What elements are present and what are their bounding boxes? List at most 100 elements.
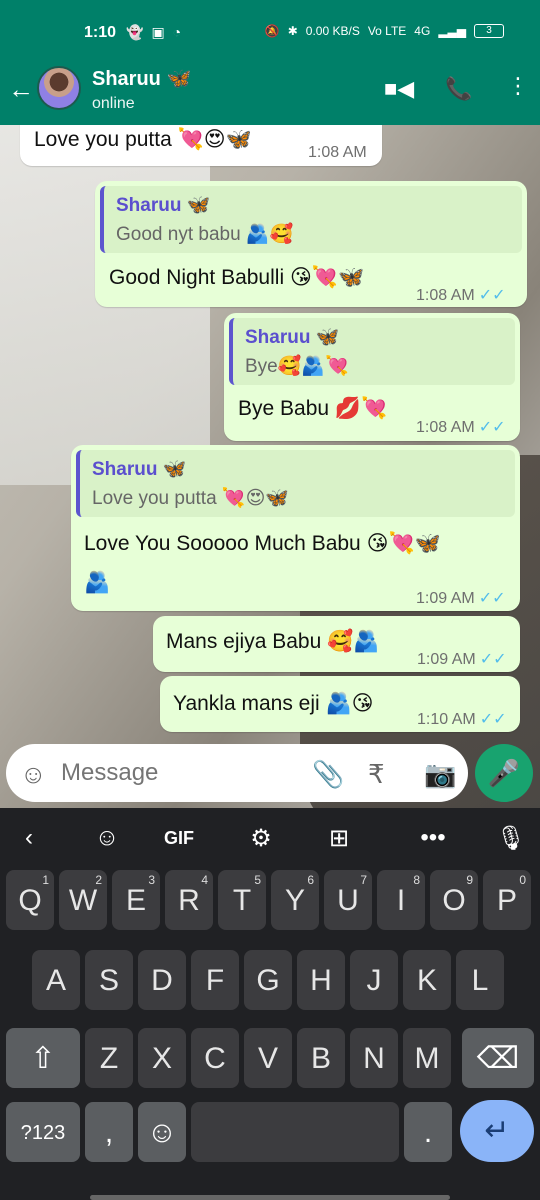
message-bubble-outgoing[interactable]: Sharuu 🦋 Good nyt babu 🫂🥰 Good Night Bab… <box>95 181 527 307</box>
period-key[interactable]: . <box>404 1102 452 1162</box>
more-options-icon[interactable]: ⋮ <box>507 73 529 99</box>
translate-icon[interactable]: ⊞ <box>318 824 360 853</box>
more-icon[interactable]: ••• <box>412 824 454 852</box>
message-bubble-outgoing[interactable]: Mans ejiya Babu 🥰🫂 1:09 AM ✓✓ <box>153 616 520 672</box>
message-time: 1:08 AM ✓✓ <box>416 419 506 436</box>
key-h[interactable]: H <box>297 950 345 1010</box>
signal-label: 4G <box>414 24 431 38</box>
quote-text: Bye🥰🫂💘 <box>245 356 349 377</box>
key-o[interactable]: 9O <box>430 870 478 930</box>
message-bubble-outgoing[interactable]: Sharuu 🦋 Love you putta 💘😍🦋 Love You Soo… <box>71 445 520 611</box>
arrow-back-icon[interactable]: ← <box>8 74 34 105</box>
enter-key[interactable]: ↵ <box>460 1100 534 1162</box>
emoji-icon[interactable]: ☺ <box>20 759 47 790</box>
voice-input-icon[interactable]: 🎙 <box>490 824 532 853</box>
signal-icon: ▂▃▅ <box>438 24 466 38</box>
read-status-icon: ✓✓ <box>479 651 507 668</box>
phone-call-icon[interactable]: 📞 <box>445 76 472 102</box>
key-y[interactable]: 6Y <box>271 870 319 930</box>
key-u[interactable]: 7U <box>324 870 372 930</box>
bluetooth-icon: ✱ <box>287 24 298 38</box>
quoted-message[interactable]: Sharuu 🦋 Love you putta 💘😍🦋 <box>76 450 515 517</box>
network-speed: 0.00 KB/S <box>305 24 360 38</box>
read-status-icon: ✓✓ <box>478 590 506 607</box>
key-x[interactable]: X <box>138 1028 186 1088</box>
key-b[interactable]: B <box>297 1028 345 1088</box>
volte-label: Vo LTE <box>367 24 407 38</box>
key-i[interactable]: 8I <box>377 870 425 930</box>
key-d[interactable]: D <box>138 950 186 1010</box>
quote-author: Sharuu 🦋 <box>92 459 187 480</box>
whatsapp-icon: ◔ <box>172 24 182 40</box>
key-t[interactable]: 5T <box>218 870 266 930</box>
keyboard: ‹ ☺ GIF ⚙ ⊞ ••• 🎙 1Q 2W 3E 4R 5T 6Y 7U 8… <box>0 808 540 1200</box>
message-bubble-incoming[interactable]: Love you putta 💘😍🦋 1:08 AM <box>20 125 382 166</box>
snapchat-icon: 👻 <box>126 24 144 40</box>
sticker-icon[interactable]: ☺ <box>86 824 128 852</box>
emoji-key[interactable]: ☺ <box>138 1102 186 1162</box>
microphone-icon[interactable]: 🎤 <box>475 744 533 802</box>
read-status-icon: ✓✓ <box>478 287 506 304</box>
key-v[interactable]: V <box>244 1028 292 1088</box>
key-c[interactable]: C <box>191 1028 239 1088</box>
gesture-navigation-bar[interactable] <box>90 1195 450 1200</box>
battery-icon: 3 <box>474 24 504 38</box>
key-s[interactable]: S <box>85 950 133 1010</box>
space-key[interactable] <box>191 1102 399 1162</box>
key-l[interactable]: L <box>456 950 504 1010</box>
numbers-key[interactable]: ?123 <box>6 1102 80 1162</box>
key-k[interactable]: K <box>403 950 451 1010</box>
message-text: Good Night Babulli 😘💘🦋 <box>109 266 365 289</box>
key-g[interactable]: G <box>244 950 292 1010</box>
settings-icon[interactable]: ⚙ <box>240 824 282 853</box>
message-bubble-outgoing[interactable]: Sharuu 🦋 Bye🥰🫂💘 Bye Babu 💋💘 1:08 AM ✓✓ <box>224 313 520 441</box>
quote-author: Sharuu 🦋 <box>245 327 340 348</box>
chevron-left-icon[interactable]: ‹ <box>8 824 50 852</box>
key-r[interactable]: 4R <box>165 870 213 930</box>
message-time: 1:10 AM ✓✓ <box>417 711 507 728</box>
contact-status: online <box>92 95 135 112</box>
comma-key[interactable]: , <box>85 1102 133 1162</box>
key-a[interactable]: A <box>32 950 80 1010</box>
gif-button[interactable]: GIF <box>158 828 200 849</box>
contact-name[interactable]: Sharuu 🦋 <box>92 66 191 91</box>
quote-text: Love you putta 💘😍🦋 <box>92 488 290 509</box>
quoted-message[interactable]: Sharuu 🦋 Good nyt babu 🫂🥰 <box>100 186 522 253</box>
message-text: Love You Sooooo Much Babu 😘💘🦋 <box>84 532 441 555</box>
message-input[interactable] <box>61 758 291 788</box>
status-time: 1:10 <box>84 24 117 41</box>
key-z[interactable]: Z <box>85 1028 133 1088</box>
message-time: 1:09 AM ✓✓ <box>416 590 506 607</box>
avatar[interactable] <box>37 66 81 110</box>
bell-muted-icon: 🔕 <box>264 24 280 38</box>
message-bubble-outgoing[interactable]: Yankla mans eji 🫂😘 1:10 AM ✓✓ <box>160 676 520 732</box>
key-w[interactable]: 2W <box>59 870 107 930</box>
quoted-message[interactable]: Sharuu 🦋 Bye🥰🫂💘 <box>229 318 515 385</box>
key-e[interactable]: 3E <box>112 870 160 930</box>
message-time: 1:08 AM <box>308 144 367 161</box>
shift-key[interactable]: ⇧ <box>6 1028 80 1088</box>
message-composer: ☺ 📎 ₹ 📷 <box>6 744 468 802</box>
attach-icon[interactable]: 📎 <box>312 759 344 790</box>
backspace-key[interactable]: ⌫ <box>462 1028 534 1088</box>
keyboard-toolbar: ‹ ☺ GIF ⚙ ⊞ ••• 🎙 <box>0 808 540 866</box>
key-n[interactable]: N <box>350 1028 398 1088</box>
key-j[interactable]: J <box>350 950 398 1010</box>
read-status-icon: ✓✓ <box>479 711 507 728</box>
key-q[interactable]: 1Q <box>6 870 54 930</box>
message-time: 1:09 AM ✓✓ <box>417 651 507 668</box>
key-m[interactable]: M <box>403 1028 451 1088</box>
camera-icon[interactable]: 📷 <box>424 759 456 790</box>
message-text-line-2: 🫂 <box>84 571 111 594</box>
message-text: Bye Babu 💋💘 <box>238 397 388 420</box>
rupee-payment-icon[interactable]: ₹ <box>368 759 385 790</box>
key-p[interactable]: 0P <box>483 870 531 930</box>
message-time: 1:08 AM ✓✓ <box>416 287 506 304</box>
chat-background: Love you putta 💘😍🦋 1:08 AM Sharuu 🦋 Good… <box>0 125 540 808</box>
phone-cleaner-icon: ▣ <box>151 24 165 40</box>
chat-top-bar: 1:10 👻 ▣ ◔ 🔕 ✱ 0.00 KB/S Vo LTE 4G ▂▃▅ 3… <box>0 0 540 125</box>
video-call-icon[interactable]: ■◀ <box>384 76 414 102</box>
quote-text: Good nyt babu 🫂🥰 <box>116 224 294 245</box>
message-text: Love you putta 💘😍🦋 <box>34 128 252 151</box>
key-f[interactable]: F <box>191 950 239 1010</box>
